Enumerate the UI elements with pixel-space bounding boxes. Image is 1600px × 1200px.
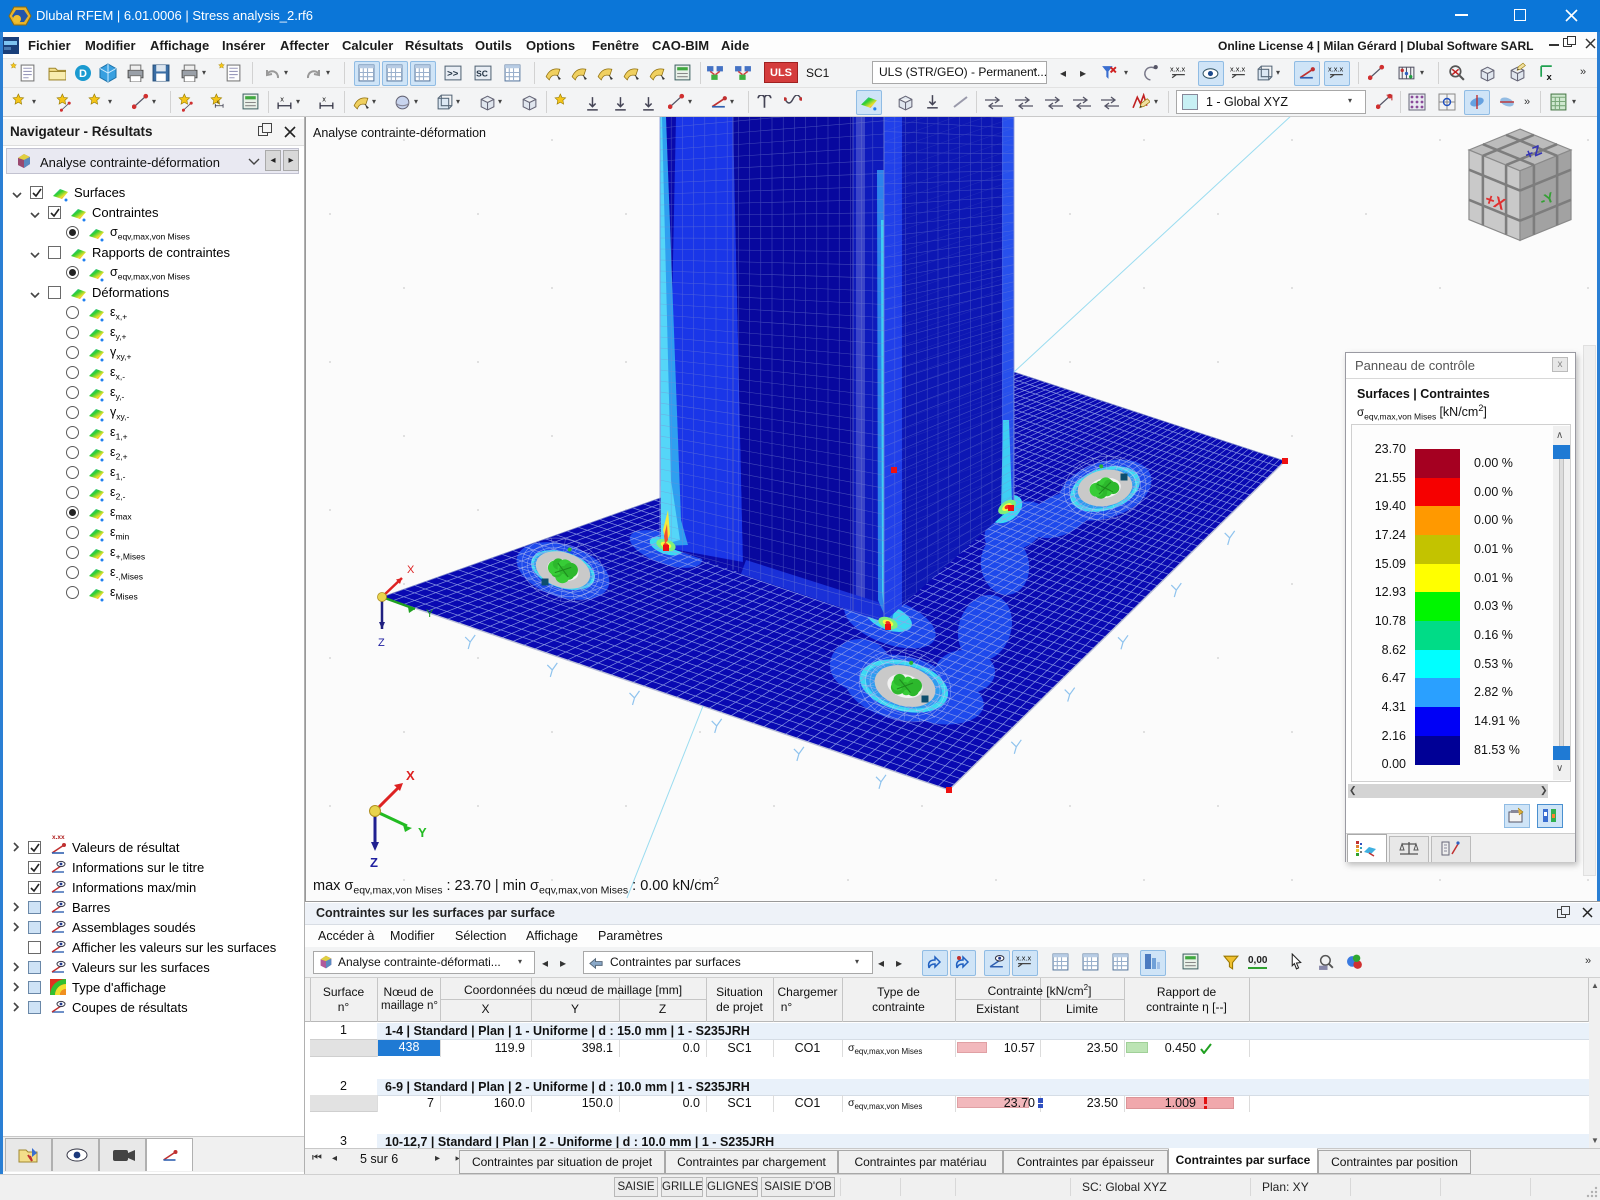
- svg-text:Z: Z: [378, 637, 385, 649]
- svg-text:X: X: [406, 768, 415, 783]
- svg-text:Y: Y: [418, 825, 427, 840]
- svg-text:X: X: [407, 564, 415, 576]
- svg-text:Y: Y: [426, 608, 434, 620]
- svg-text:Z: Z: [370, 855, 378, 870]
- svg-text:D: D: [79, 68, 87, 80]
